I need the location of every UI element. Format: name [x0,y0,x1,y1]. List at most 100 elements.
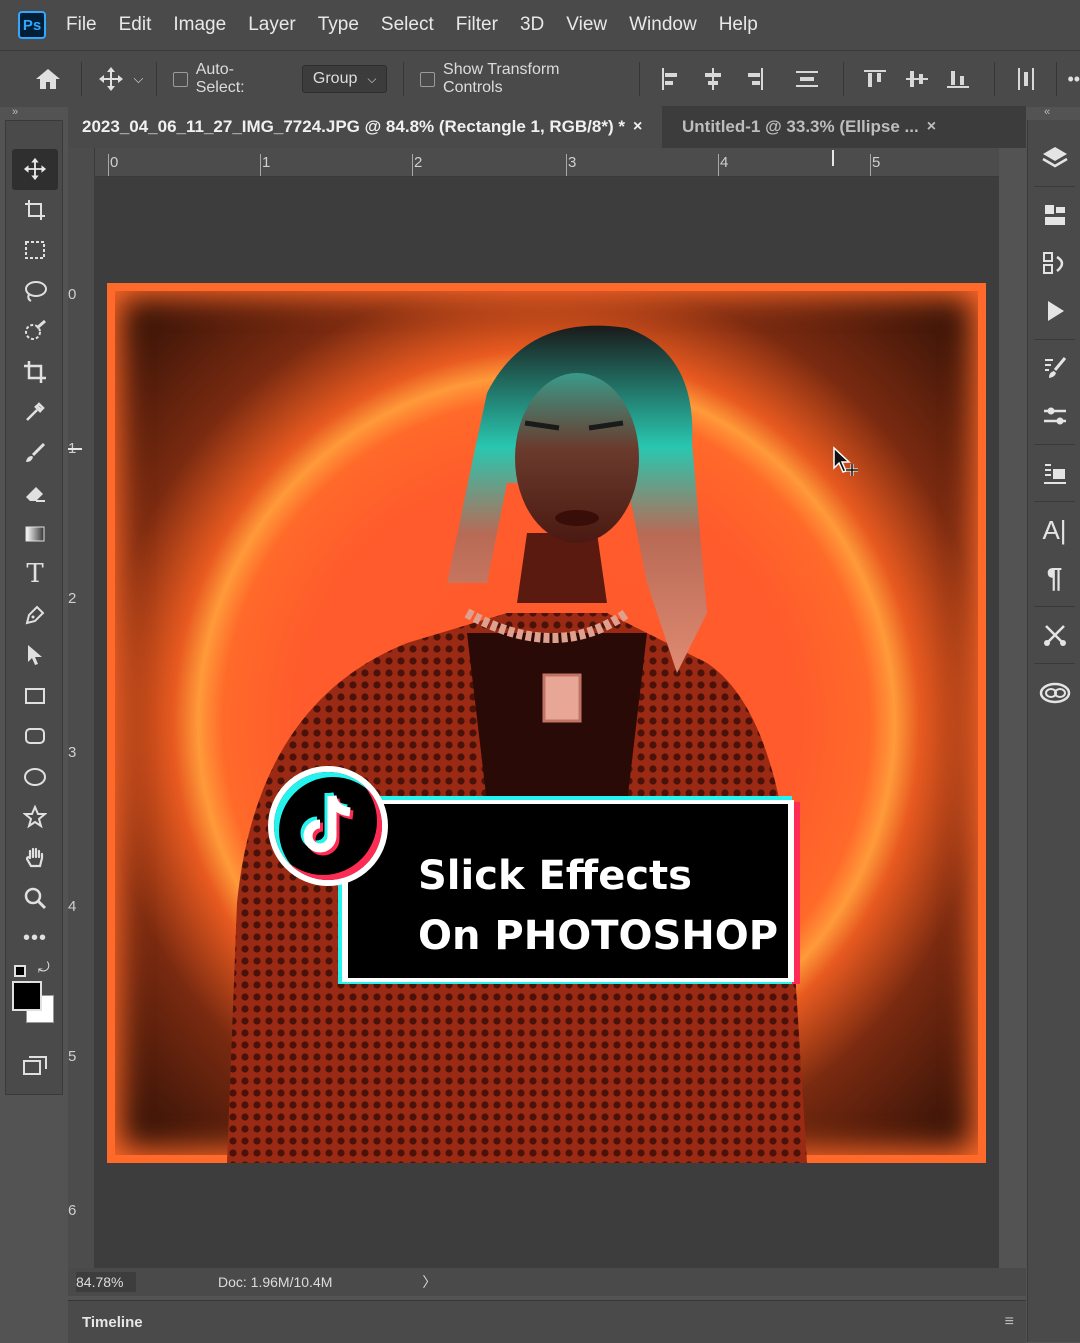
auto-select-label: Auto-Select: [195,61,245,96]
align-center-v-icon[interactable] [905,68,928,90]
ruler-horizontal[interactable]: 0 1 2 3 4 5 [94,148,999,177]
tiktok-logo-badge [268,766,388,886]
menu-help[interactable]: Help [719,14,758,36]
ruler-label: 1 [262,154,271,171]
brushes-icon[interactable] [1028,344,1080,392]
menu-view[interactable]: View [566,14,607,36]
group-value: Group [312,70,358,87]
align-center-h-icon[interactable] [702,68,723,90]
eraser-icon[interactable] [6,473,64,514]
close-icon[interactable]: × [633,118,642,136]
pen-icon[interactable] [6,595,64,636]
hand-icon[interactable] [6,838,64,879]
menu-filter[interactable]: Filter [456,14,498,36]
ruler-label: 2 [68,590,77,607]
eyedropper-icon[interactable] [6,392,64,433]
chevron-down-icon[interactable]: ⌵ [131,71,146,87]
close-icon[interactable]: × [927,118,936,136]
menu-select[interactable]: Select [381,14,434,36]
rectangle-icon[interactable] [6,676,64,717]
auto-select-checkbox[interactable] [173,71,188,87]
rounded-rect-icon[interactable] [6,716,64,757]
brush-icon[interactable] [6,433,64,474]
align-top-icon[interactable] [864,68,887,90]
creative-cloud-icon[interactable] [1028,668,1080,716]
overlay-title-line1: Slick Effects [418,853,692,899]
timeline-tab[interactable]: Timeline [82,1314,143,1331]
adjustments-icon[interactable] [1028,392,1080,440]
history-icon[interactable] [1028,239,1080,287]
ruler-label: 4 [720,154,729,171]
auto-select-dropdown[interactable]: Group ⌵ [301,65,388,93]
menu-type[interactable]: Type [318,14,359,36]
ruler-vertical[interactable]: 0 1 2 3 4 5 6 [68,148,95,1268]
paragraph-icon[interactable]: ¶ [1028,554,1080,602]
marquee-icon[interactable] [6,230,64,271]
align-right-icon[interactable] [743,68,764,90]
overlay-title-line2: On PHOTOSHOP [418,913,779,959]
document-tabs: 2023_04_06_11_27_IMG_7724.JPG @ 84.8% (R… [68,106,1026,148]
home-icon[interactable] [34,67,61,91]
status-bar: 84.78% Doc: 1.96M/10.4M 〉 [68,1268,1026,1296]
options-bar: ⌵ Auto-Select: Group ⌵ Show Transform Con… [0,50,1080,107]
ruler-label: 2 [414,154,423,171]
tools-panel: T ••• ⤾ [5,120,63,1095]
tab-active-document[interactable]: 2023_04_06_11_27_IMG_7724.JPG @ 84.8% (R… [68,106,662,148]
lasso-icon[interactable] [6,271,64,312]
distribute-vertical-icon[interactable] [796,68,819,90]
tiktok-title-badge: Slick Effects On PHOTOSHOP [330,788,800,998]
crop-icon[interactable] [6,352,64,393]
screen-mode-icon[interactable] [6,1049,64,1083]
chevron-down-icon: ⌵ [367,72,377,86]
menu-image[interactable]: Image [173,14,226,36]
ruler-label: 5 [872,154,881,171]
align-bottom-icon[interactable] [946,68,969,90]
distribute-horizontal-icon[interactable] [1015,68,1036,90]
tab-title: Untitled-1 @ 33.3% (Ellipse ... [682,117,919,136]
panel-menu-icon[interactable]: ≡ [1005,1313,1014,1331]
quick-select-icon[interactable] [6,311,64,352]
menu-file[interactable]: File [66,14,97,36]
layers-icon[interactable] [1028,134,1080,182]
actions-icon[interactable] [1028,287,1080,335]
default-colors-icon[interactable] [14,965,26,977]
zoom-icon[interactable] [6,878,64,919]
ellipse-icon[interactable] [6,757,64,798]
tiktok-icon [300,792,354,856]
cursor-marker [832,150,834,166]
menu-layer[interactable]: Layer [248,14,296,36]
document-canvas[interactable] [107,283,986,1163]
tools-panel-icon[interactable] [1028,611,1080,659]
menu-3d[interactable]: 3D [520,14,544,36]
expand-panels-icon[interactable]: « [1044,106,1050,118]
properties-icon[interactable] [1028,449,1080,497]
ruler-label: 4 [68,898,77,915]
tab-untitled-document[interactable]: Untitled-1 @ 33.3% (Ellipse ... × [668,106,1028,148]
align-left-icon[interactable] [660,68,681,90]
type-icon[interactable]: T [6,554,64,595]
artboard-icon[interactable] [6,190,64,231]
foreground-color-swatch[interactable] [12,981,42,1011]
show-transform-label: Show Transform Controls [443,61,560,96]
show-transform-checkbox[interactable] [420,71,436,87]
move-tool-preset-icon[interactable] [92,66,131,92]
more-options-icon[interactable]: •• [1067,69,1080,90]
custom-shape-icon[interactable] [6,797,64,838]
timeline-panel: Timeline ≡ [68,1300,1026,1343]
swap-colors-icon[interactable]: ⤾ [38,959,50,976]
libraries-icon[interactable] [1028,191,1080,239]
menu-window[interactable]: Window [629,14,697,36]
menu-bar: Ps File Edit Image Layer Type Select Fil… [0,0,1080,50]
character-icon[interactable]: A| [1028,506,1080,554]
zoom-level[interactable]: 84.78% [76,1272,136,1292]
status-menu-arrow[interactable]: 〉 [422,1272,436,1292]
ruler-label: 5 [68,1048,77,1065]
gradient-icon[interactable] [6,514,64,555]
photoshop-logo: Ps [18,11,46,39]
collapse-toolbar-icon[interactable]: » [12,106,18,118]
more-tools-icon[interactable]: ••• [6,919,64,960]
menu-edit[interactable]: Edit [119,14,152,36]
move-icon[interactable] [12,149,58,190]
right-panel-dock: A| ¶ [1027,120,1080,1342]
path-select-icon[interactable] [6,635,64,676]
